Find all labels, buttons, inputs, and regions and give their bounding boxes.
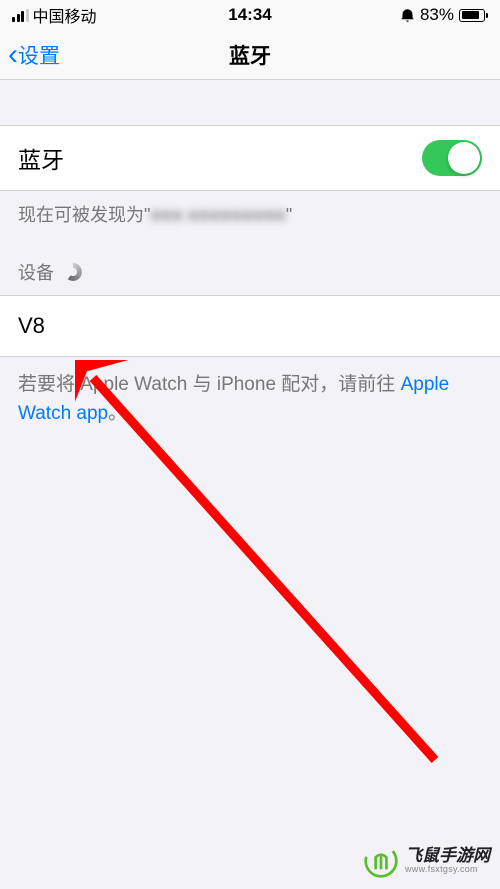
page-title: 蓝牙 [229,40,271,70]
back-button[interactable]: ‹ 设置 [0,40,60,70]
carrier-label: 中国移动 [33,3,97,27]
battery-icon [459,9,488,22]
alarm-icon [400,8,415,23]
status-left: 中国移动 [12,3,97,27]
device-row-v8[interactable]: V8 [0,295,500,357]
watermark-title: 飞鼠手游网 [405,847,490,866]
status-bar: 中国移动 14:34 83% [0,0,500,30]
device-name-blurred: ■■■ ■■■■■■■■■ [150,205,285,225]
spinner-icon [64,263,82,281]
apple-watch-help-text: 若要将 Apple Watch 与 iPhone 配对，请前往 Apple Wa… [0,357,500,442]
back-label: 设置 [18,40,60,70]
nav-bar: ‹ 设置 蓝牙 [0,30,500,80]
status-time: 14:34 [228,5,271,25]
device-name: V8 [18,313,45,338]
bluetooth-toggle-row: 蓝牙 [0,125,500,191]
bluetooth-label: 蓝牙 [18,141,64,175]
chevron-left-icon: ‹ [8,40,18,70]
bluetooth-toggle[interactable] [422,140,482,176]
status-right: 83% [400,5,488,25]
devices-header-label: 设备 [18,259,54,285]
battery-percent: 83% [420,5,454,25]
watermark: 飞鼠手游网 www.fsxtgsy.com [363,843,490,879]
watermark-logo-icon [363,843,399,879]
discoverable-text: 现在可被发现为"■■■ ■■■■■■■■■" [0,191,500,237]
signal-icon [12,9,29,22]
watermark-url: www.fsxtgsy.com [405,865,490,875]
devices-header: 设备 [0,237,500,295]
